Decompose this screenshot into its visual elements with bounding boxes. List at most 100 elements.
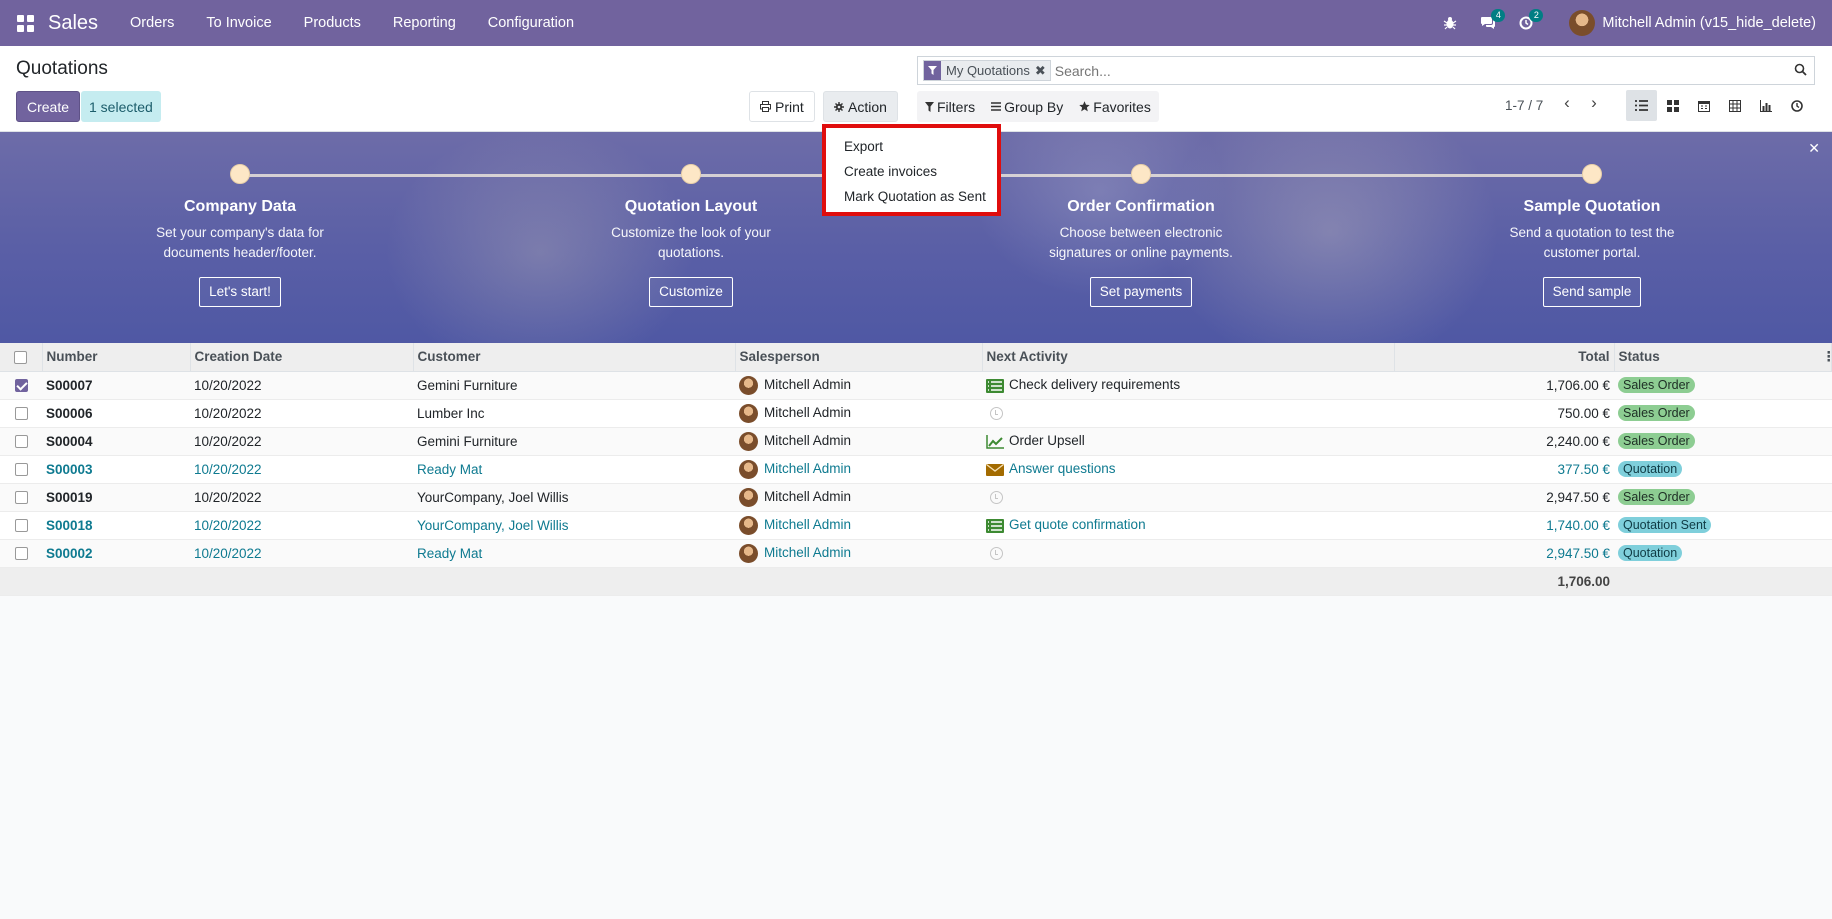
footer-spacer xyxy=(1614,567,1832,596)
cell-customer: Ready Mat xyxy=(413,455,735,484)
pivot-view-icon[interactable] xyxy=(1719,90,1750,121)
row-checkbox[interactable] xyxy=(14,463,28,477)
status-badge: Quotation xyxy=(1618,545,1683,561)
cell-total: 750.00 € xyxy=(1394,399,1614,428)
todo-icon[interactable] xyxy=(986,378,1004,393)
table-row[interactable]: S00003 10/20/2022 Ready Mat Mitchell Adm… xyxy=(0,455,1832,484)
action-export[interactable]: Export xyxy=(826,134,997,159)
table-row[interactable]: S00002 10/20/2022 Ready Mat Mitchell Adm… xyxy=(0,539,1832,568)
group-by-button[interactable]: Group By xyxy=(983,91,1071,122)
cell-total: 2,240.00 € xyxy=(1394,427,1614,456)
pager-previous-icon[interactable]: ‹ xyxy=(1556,93,1578,117)
cell-customer: Ready Mat xyxy=(413,539,735,568)
pager-value[interactable]: 1-7 / 7 xyxy=(1505,98,1543,113)
cell-creation-date: 10/20/2022 xyxy=(190,427,413,456)
group-by-label: Group By xyxy=(1004,98,1064,115)
cell-total: 2,947.50 € xyxy=(1394,539,1614,568)
row-checkbox[interactable] xyxy=(14,435,28,449)
optional-columns-kebab-icon[interactable]: ⋮ xyxy=(1822,349,1832,365)
upsell-icon[interactable] xyxy=(986,434,1004,449)
todo-icon[interactable] xyxy=(986,518,1004,533)
salesperson-name: Mitchell Admin xyxy=(764,544,852,560)
schedule-activity-clock-icon[interactable] xyxy=(990,491,1003,505)
graph-view-icon[interactable] xyxy=(1750,90,1781,121)
favorites-button[interactable]: Favorites xyxy=(1071,91,1159,122)
menu-products[interactable]: Products xyxy=(288,15,377,31)
search-input[interactable] xyxy=(1054,62,1790,79)
search-bar[interactable]: My Quotations ✖ xyxy=(917,56,1815,85)
action-mark-as-sent[interactable]: Mark Quotation as Sent xyxy=(826,184,997,209)
print-button[interactable]: Print xyxy=(749,91,815,122)
salesperson-avatar xyxy=(739,403,758,423)
action-button[interactable]: Action xyxy=(823,91,898,122)
pager-next-icon[interactable]: › xyxy=(1583,93,1605,117)
menu-orders[interactable]: Orders xyxy=(114,15,190,31)
table-row[interactable]: S00007 10/20/2022 Gemini Furniture Mitch… xyxy=(0,371,1832,400)
activity-summary[interactable]: Order Upsell xyxy=(1009,433,1085,448)
create-button[interactable]: Create xyxy=(16,91,81,122)
column-next-activity[interactable]: Next Activity xyxy=(982,343,1395,372)
step-dot xyxy=(681,164,701,184)
table-row[interactable]: S00004 10/20/2022 Gemini Furniture Mitch… xyxy=(0,427,1832,456)
menu-reporting[interactable]: Reporting xyxy=(377,15,472,31)
schedule-activity-clock-icon[interactable] xyxy=(990,407,1003,421)
column-number[interactable]: Number xyxy=(42,343,191,372)
menu-configuration[interactable]: Configuration xyxy=(472,15,590,31)
search-icon[interactable] xyxy=(1790,63,1810,79)
table-row[interactable]: S00006 10/20/2022 Lumber Inc Mitchell Ad… xyxy=(0,399,1832,428)
column-status[interactable]: Status ⋮ xyxy=(1614,343,1832,372)
facet-remove-icon[interactable]: ✖ xyxy=(1035,63,1050,79)
column-total[interactable]: Total xyxy=(1394,343,1615,372)
column-creation-date[interactable]: Creation Date xyxy=(190,343,414,372)
customize-button[interactable]: Customize xyxy=(649,277,733,307)
activity-summary[interactable]: Check delivery requirements xyxy=(1009,377,1180,392)
filters-button[interactable]: Filters xyxy=(917,91,983,122)
cell-next-activity xyxy=(982,483,1394,512)
menu-to-invoice[interactable]: To Invoice xyxy=(190,15,287,31)
close-banner-icon[interactable]: ✕ xyxy=(1808,140,1820,157)
apps-grid-icon[interactable] xyxy=(14,12,36,34)
table-row[interactable]: S00018 10/20/2022 YourCompany, Joel Will… xyxy=(0,511,1832,540)
cell-status: Sales Order xyxy=(1614,399,1832,428)
kanban-view-icon[interactable] xyxy=(1657,90,1688,121)
search-facet-label: My Quotations xyxy=(946,63,1030,78)
activity-summary[interactable]: Get quote confirmation xyxy=(1009,517,1146,532)
cell-next-activity xyxy=(982,399,1394,428)
cell-salesperson: Mitchell Admin xyxy=(735,483,982,512)
email-icon[interactable] xyxy=(986,463,1004,477)
lets-start-button[interactable]: Let's start! xyxy=(199,277,281,307)
search-facet[interactable]: My Quotations ✖ xyxy=(923,60,1051,81)
list-view-icon[interactable] xyxy=(1626,90,1657,121)
set-payments-button[interactable]: Set payments xyxy=(1089,277,1193,307)
onboarding-step-order-confirmation: Order Confirmation Choose between electr… xyxy=(1021,164,1261,307)
row-checkbox[interactable] xyxy=(14,547,28,561)
row-checkbox[interactable] xyxy=(14,519,28,533)
cell-status: Sales Order xyxy=(1614,483,1832,512)
send-sample-button[interactable]: Send sample xyxy=(1542,277,1642,307)
user-menu[interactable]: Mitchell Admin (v15_hide_delete) xyxy=(1602,15,1816,31)
row-checkbox[interactable] xyxy=(14,379,28,393)
schedule-activity-clock-icon[interactable] xyxy=(990,547,1003,561)
user-avatar[interactable] xyxy=(1569,10,1596,36)
table-row[interactable]: S00019 10/20/2022 YourCompany, Joel Will… xyxy=(0,483,1832,512)
column-status-label: Status xyxy=(1618,348,1660,364)
column-salesperson[interactable]: Salesperson xyxy=(735,343,983,372)
cell-salesperson: Mitchell Admin xyxy=(735,427,982,456)
app-name[interactable]: Sales xyxy=(48,12,98,35)
activity-summary[interactable]: Answer questions xyxy=(1009,461,1116,476)
row-checkbox[interactable] xyxy=(14,491,28,505)
activity-view-icon[interactable] xyxy=(1781,90,1812,121)
messages-icon[interactable]: 4 xyxy=(1474,0,1506,46)
debug-bug-icon[interactable] xyxy=(1436,0,1464,46)
selected-count-badge[interactable]: 1 selected xyxy=(81,91,161,122)
action-create-invoices[interactable]: Create invoices xyxy=(826,159,997,184)
cell-status: Quotation xyxy=(1614,539,1832,568)
row-select-cell xyxy=(0,399,42,428)
select-all-checkbox[interactable] xyxy=(14,351,28,365)
activities-clock-icon[interactable]: 2 xyxy=(1512,0,1544,46)
column-customer[interactable]: Customer xyxy=(413,343,736,372)
calendar-view-icon[interactable] xyxy=(1688,90,1719,121)
status-badge: Sales Order xyxy=(1618,489,1695,505)
cell-customer: Gemini Furniture xyxy=(413,427,735,456)
row-checkbox[interactable] xyxy=(14,407,28,421)
